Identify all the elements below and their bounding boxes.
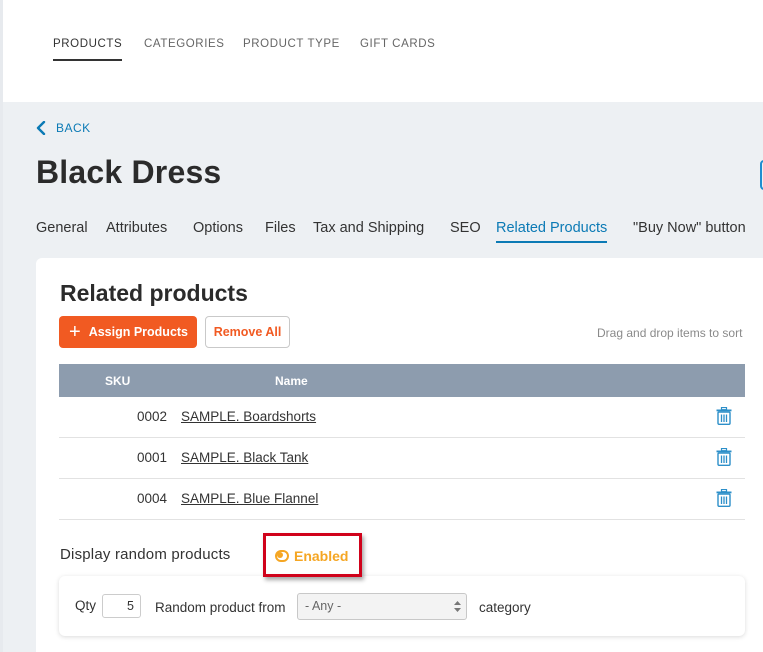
table-row: 0004 SAMPLE. Blue Flannel: [59, 479, 745, 520]
table-header: SKU Name: [59, 364, 745, 397]
chevron-left-icon: [36, 121, 46, 135]
trash-icon[interactable]: [716, 489, 732, 507]
row-product-link[interactable]: SAMPLE. Boardshorts: [181, 409, 316, 424]
table-row: 0001 SAMPLE. Black Tank: [59, 438, 745, 479]
assign-products-button[interactable]: + Assign Products: [59, 316, 197, 348]
top-tab-product-type[interactable]: PRODUCT TYPE: [243, 38, 340, 50]
toggle-icon: [275, 550, 289, 562]
row-product-link[interactable]: SAMPLE. Blue Flannel: [181, 491, 318, 506]
row-product-link[interactable]: SAMPLE. Black Tank: [181, 450, 308, 465]
random-from-label: Random product from: [155, 600, 286, 615]
qty-label: Qty: [75, 598, 97, 613]
assign-products-label: Assign Products: [88, 325, 189, 339]
plus-icon: +: [69, 321, 81, 343]
top-nav: PRODUCTS CATEGORIES PRODUCT TYPE GIFT CA…: [0, 0, 763, 102]
tab-tax-and-shipping[interactable]: Tax and Shipping: [313, 220, 424, 236]
category-select-value: - Any -: [305, 599, 342, 613]
row-sku: 0001: [137, 450, 168, 465]
table-row: 0002 SAMPLE. Boardshorts: [59, 397, 745, 438]
row-sku: 0004: [137, 491, 168, 506]
drag-drop-hint: Drag and drop items to sort: [597, 326, 743, 340]
display-random-products-label: Display random products: [60, 546, 231, 563]
remove-all-button[interactable]: Remove All: [205, 316, 290, 348]
random-products-toggle[interactable]: Enabled: [275, 548, 348, 564]
column-header-sku: SKU: [105, 374, 131, 388]
tab-related-products[interactable]: Related Products: [496, 220, 608, 243]
tab-general[interactable]: General: [36, 220, 88, 236]
tab-files[interactable]: Files: [265, 220, 296, 236]
trash-icon[interactable]: [716, 448, 732, 466]
top-tab-categories[interactable]: CATEGORIES: [144, 38, 225, 50]
top-tab-gift-cards[interactable]: GIFT CARDS: [360, 38, 435, 50]
row-sku: 0002: [137, 409, 168, 424]
page-title: Black Dress: [36, 154, 222, 190]
section-title: Related products: [60, 280, 248, 306]
back-label: BACK: [56, 121, 91, 135]
category-select[interactable]: - Any -: [297, 593, 467, 620]
tab-options[interactable]: Options: [193, 220, 243, 236]
tab-seo[interactable]: SEO: [450, 220, 481, 236]
back-link[interactable]: BACK: [36, 121, 91, 135]
trash-icon[interactable]: [716, 407, 732, 425]
tab-attributes[interactable]: Attributes: [106, 220, 167, 236]
qty-input[interactable]: 5: [102, 594, 141, 618]
select-arrows-icon: [454, 601, 461, 612]
top-tab-products[interactable]: PRODUCTS: [53, 38, 123, 61]
category-label: category: [479, 600, 531, 615]
column-header-name: Name: [275, 374, 308, 388]
tab-buy-now-button[interactable]: "Buy Now" button: [633, 220, 746, 236]
toggle-status-label: Enabled: [294, 548, 349, 564]
